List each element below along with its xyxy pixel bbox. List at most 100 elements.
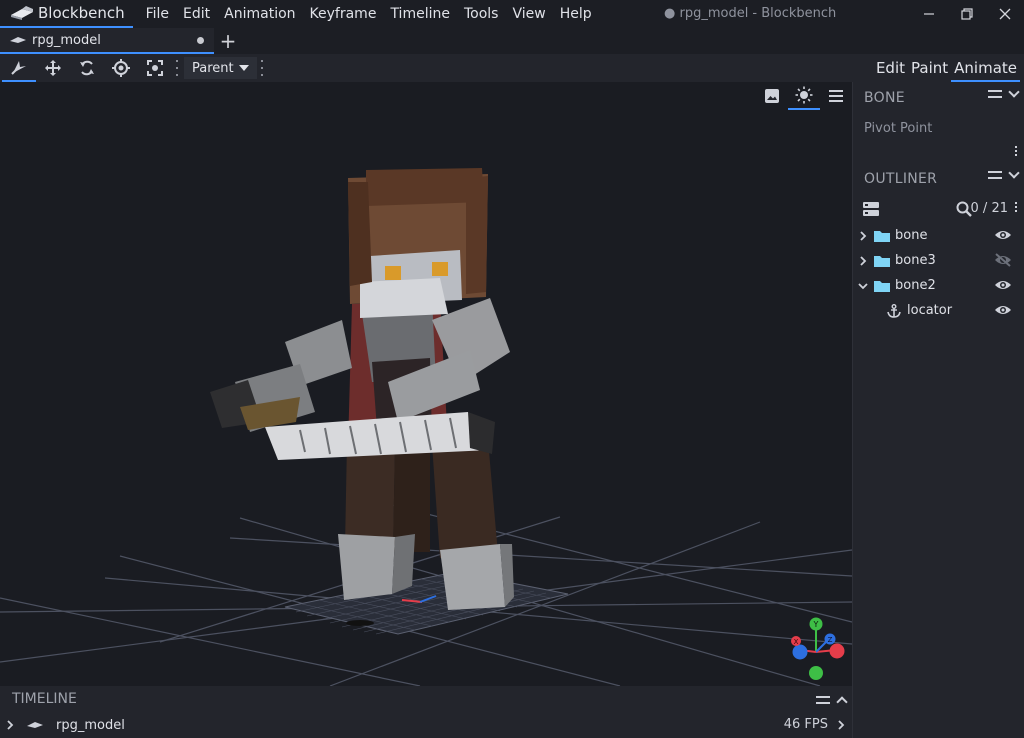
gizmo-x[interactable] bbox=[829, 643, 845, 659]
menu-view[interactable]: View bbox=[505, 0, 552, 28]
viewport-scene[interactable] bbox=[0, 82, 852, 686]
outliner-count: 0 / 21 bbox=[970, 201, 1008, 216]
outliner-node-label: locator bbox=[907, 303, 953, 318]
pivot-point-row: Pivot Point bbox=[853, 114, 1024, 142]
model-shadow bbox=[346, 620, 374, 626]
restore-icon bbox=[961, 8, 973, 20]
unsaved-dot-icon[interactable] bbox=[197, 37, 204, 44]
chevron-down-icon[interactable] bbox=[1008, 167, 1020, 179]
transform-space-value: Parent bbox=[192, 60, 234, 76]
timeline-title: TIMELINE bbox=[12, 691, 77, 707]
brightness-button[interactable] bbox=[788, 82, 820, 110]
pivot-icon bbox=[112, 59, 130, 77]
eye-icon[interactable] bbox=[994, 228, 1012, 242]
outliner-toolbar: 0 / 21 bbox=[853, 195, 1024, 223]
chevron-right-icon[interactable] bbox=[836, 720, 846, 730]
mode-edit[interactable]: Edit bbox=[873, 54, 908, 82]
menu-timeline[interactable]: Timeline bbox=[383, 0, 457, 28]
mode-animate[interactable]: Animate bbox=[951, 54, 1020, 82]
collapse-arrow[interactable] bbox=[853, 273, 873, 298]
viewport-menu-button[interactable] bbox=[820, 82, 852, 110]
screenshot-button[interactable] bbox=[756, 82, 788, 110]
outliner-node-bone[interactable]: bone bbox=[853, 223, 1024, 248]
app-name: Blockbench bbox=[38, 4, 125, 22]
timeline-header[interactable]: TIMELINE bbox=[0, 686, 852, 712]
character-model[interactable] bbox=[210, 168, 514, 610]
add-group-icon[interactable] bbox=[862, 201, 880, 217]
pivot-tool-button[interactable] bbox=[104, 54, 138, 82]
folder-icon bbox=[874, 255, 890, 267]
menu-edit[interactable]: Edit bbox=[176, 0, 217, 28]
blockbench-logo-icon bbox=[11, 6, 33, 20]
eye-icon[interactable] bbox=[994, 303, 1012, 317]
move-tool-button[interactable] bbox=[36, 54, 70, 82]
fps-counter: 46 FPS bbox=[783, 717, 828, 732]
kebab-menu-icon[interactable] bbox=[1015, 202, 1017, 212]
menu-bar: File Edit Animation Keyframe Timeline To… bbox=[139, 0, 599, 28]
outliner-panel-title: OUTLINER bbox=[864, 171, 938, 187]
chevron-up-icon[interactable] bbox=[836, 696, 848, 708]
folder-icon bbox=[874, 230, 890, 242]
gizmo-label-y: Y bbox=[813, 620, 819, 629]
restore-button[interactable] bbox=[948, 0, 986, 28]
caret-down-icon bbox=[238, 65, 249, 71]
menu-icon bbox=[829, 90, 843, 102]
eye-off-icon[interactable] bbox=[994, 253, 1012, 267]
tab-rpg-model[interactable]: rpg_model bbox=[0, 28, 214, 54]
chevron-right-icon bbox=[860, 230, 867, 241]
toolbar-grip-icon[interactable] bbox=[174, 60, 180, 76]
anchor-icon bbox=[887, 303, 901, 318]
outliner-panel-header[interactable]: OUTLINER bbox=[853, 163, 1024, 195]
app-brand[interactable]: Blockbench bbox=[0, 0, 133, 28]
outliner-node-bone3[interactable]: bone3 bbox=[853, 248, 1024, 273]
menu-tools[interactable]: Tools bbox=[457, 0, 506, 28]
window-controls bbox=[910, 0, 1024, 28]
outliner-node-bone2[interactable]: bone2 bbox=[853, 273, 1024, 298]
eye-icon[interactable] bbox=[994, 278, 1012, 292]
outliner-node-label: bone2 bbox=[895, 278, 936, 293]
panel-drag-icon[interactable] bbox=[988, 90, 1002, 98]
gizmo-neg-y[interactable] bbox=[809, 666, 823, 680]
pivot-point-label: Pivot Point bbox=[864, 120, 933, 136]
gizmo-label-x: X bbox=[794, 638, 799, 646]
menu-keyframe[interactable]: Keyframe bbox=[303, 0, 384, 28]
menu-file[interactable]: File bbox=[139, 0, 176, 28]
gizmo-neg-z[interactable] bbox=[792, 644, 808, 660]
kebab-menu-icon[interactable] bbox=[1015, 146, 1017, 156]
model-icon bbox=[27, 722, 43, 728]
timeline-model-row[interactable]: rpg_model 46 FPS bbox=[0, 712, 852, 738]
animate-tool-button[interactable] bbox=[2, 54, 36, 82]
chevron-down-icon bbox=[858, 282, 868, 289]
axis-gizmo[interactable]: Y Z X bbox=[780, 612, 846, 682]
rotate-tool-button[interactable] bbox=[70, 54, 104, 82]
menu-animation[interactable]: Animation bbox=[217, 0, 302, 28]
transform-space-select[interactable]: Parent bbox=[184, 57, 257, 79]
timeline-model-name: rpg_model bbox=[56, 717, 125, 733]
outliner-node-locator[interactable]: locator bbox=[853, 298, 1024, 323]
window-title: ● rpg_model - Blockbench bbox=[664, 6, 837, 21]
outliner-node-label: bone3 bbox=[895, 253, 936, 268]
chevron-down-icon[interactable] bbox=[1008, 86, 1020, 98]
mode-selector: Edit Paint Animate bbox=[852, 54, 1024, 82]
timeline-panel: TIMELINE rpg_model 46 FPS bbox=[0, 686, 852, 738]
3d-viewport[interactable]: Y Z X bbox=[0, 82, 852, 686]
menu-help[interactable]: Help bbox=[553, 0, 599, 28]
minimize-button[interactable] bbox=[910, 0, 948, 28]
gizmo-label-z: Z bbox=[828, 636, 833, 644]
mode-paint[interactable]: Paint bbox=[908, 54, 951, 82]
panel-drag-icon[interactable] bbox=[988, 171, 1002, 179]
outliner-node-label: bone bbox=[895, 228, 928, 243]
vertex-snap-icon bbox=[147, 60, 163, 76]
tab-label: rpg_model bbox=[32, 32, 101, 48]
model-icon bbox=[10, 37, 26, 43]
close-window-button[interactable] bbox=[986, 0, 1024, 28]
bone-panel-header[interactable]: BONE bbox=[853, 82, 1024, 114]
brightness-icon bbox=[795, 86, 813, 104]
toolbar-grip-icon[interactable] bbox=[259, 60, 265, 76]
expand-arrow[interactable] bbox=[853, 248, 873, 273]
new-tab-button[interactable]: + bbox=[214, 28, 242, 54]
expand-arrow[interactable] bbox=[853, 223, 873, 248]
vertex-snap-button[interactable] bbox=[138, 54, 172, 82]
expand-arrow[interactable] bbox=[0, 712, 20, 738]
panel-drag-icon[interactable] bbox=[816, 696, 830, 704]
